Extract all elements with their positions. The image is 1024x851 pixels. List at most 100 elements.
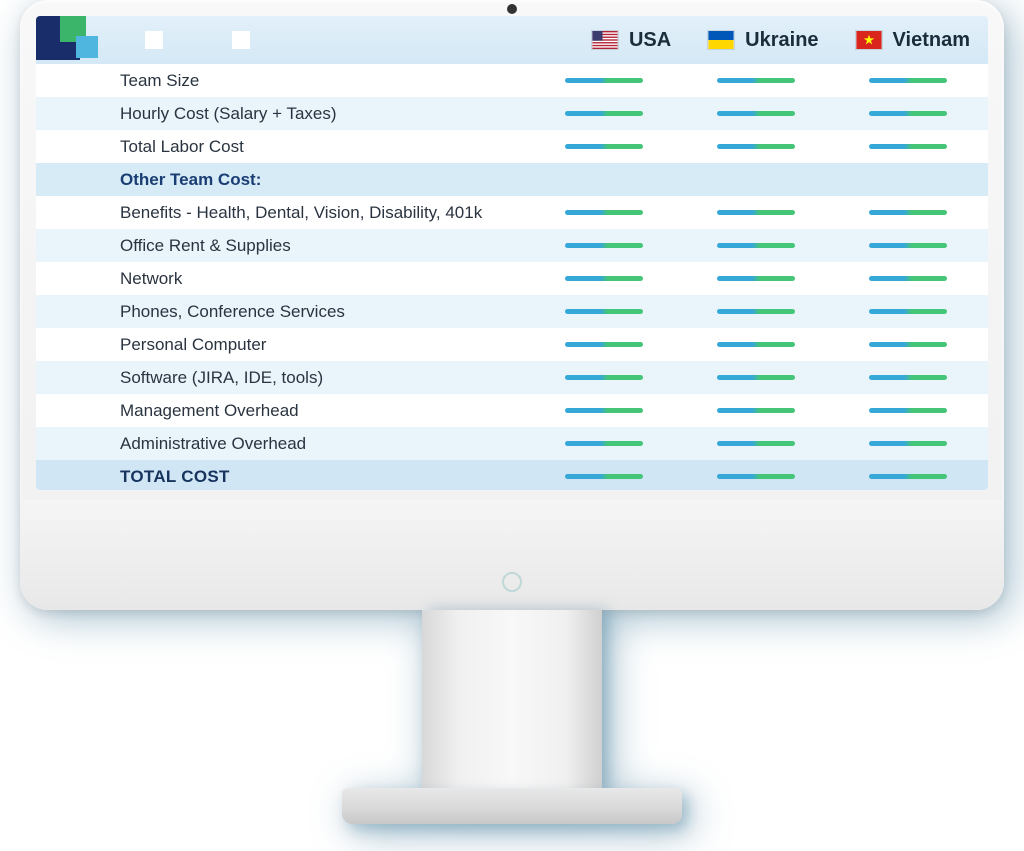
- value-cell: [832, 441, 984, 446]
- row-label: Personal Computer: [36, 335, 528, 355]
- value-bar-icon: [565, 474, 643, 479]
- country-label: Vietnam: [893, 29, 970, 52]
- value-cell: [832, 78, 984, 83]
- header-placeholder-2: [186, 31, 296, 49]
- table-row: Personal Computer: [36, 328, 988, 361]
- value-cell: [528, 210, 680, 215]
- monitor-body: USA Ukraine Vietnam: [20, 0, 1004, 610]
- table-row: Management Overhead: [36, 394, 988, 427]
- value-bar-icon: [869, 441, 947, 446]
- value-bar-icon: [565, 441, 643, 446]
- value-cell: [528, 375, 680, 380]
- value-bar-icon: [717, 441, 795, 446]
- table-row: Other Team Cost:: [36, 163, 988, 196]
- row-label: Office Rent & Supplies: [36, 236, 528, 256]
- value-bar-icon: [869, 342, 947, 347]
- value-bar-icon: [869, 309, 947, 314]
- row-label: Phones, Conference Services: [36, 302, 528, 322]
- value-bar-icon: [565, 276, 643, 281]
- row-label: Benefits - Health, Dental, Vision, Disab…: [36, 203, 528, 223]
- table-row: Software (JIRA, IDE, tools): [36, 361, 988, 394]
- value-bar-icon: [869, 408, 947, 413]
- flag-usa-icon: [591, 30, 619, 50]
- value-bar-icon: [565, 210, 643, 215]
- value-bar-icon: [565, 375, 643, 380]
- row-label: Software (JIRA, IDE, tools): [36, 368, 528, 388]
- screen-content: USA Ukraine Vietnam: [36, 16, 988, 490]
- value-bar-icon: [565, 144, 643, 149]
- value-cell: [528, 276, 680, 281]
- value-cell: [680, 111, 832, 116]
- value-cell: [832, 474, 984, 479]
- table-row: Benefits - Health, Dental, Vision, Disab…: [36, 196, 988, 229]
- row-label: Hourly Cost (Salary + Taxes): [36, 104, 528, 124]
- country-label: Ukraine: [745, 29, 818, 52]
- table-row: Hourly Cost (Salary + Taxes): [36, 97, 988, 130]
- flag-ukraine-icon: [707, 30, 735, 50]
- power-button-icon: [502, 572, 522, 592]
- value-cell: [680, 375, 832, 380]
- brand-logo: [36, 16, 122, 64]
- value-cell: [680, 243, 832, 248]
- cost-comparison-table: USA Ukraine Vietnam: [36, 16, 988, 490]
- value-bar-icon: [565, 309, 643, 314]
- table-row: Network: [36, 262, 988, 295]
- value-cell: [528, 441, 680, 446]
- value-cell: [832, 243, 984, 248]
- table-row: Administrative Overhead: [36, 427, 988, 460]
- table-row: Office Rent & Supplies: [36, 229, 988, 262]
- value-cell: [528, 474, 680, 479]
- value-bar-icon: [869, 111, 947, 116]
- value-bar-icon: [869, 144, 947, 149]
- value-cell: [528, 408, 680, 413]
- value-cell: [680, 474, 832, 479]
- value-bar-icon: [717, 144, 795, 149]
- row-label: Management Overhead: [36, 401, 528, 421]
- value-cell: [680, 78, 832, 83]
- value-bar-icon: [869, 276, 947, 281]
- value-bar-icon: [717, 408, 795, 413]
- table-header-row: USA Ukraine Vietnam: [36, 16, 988, 64]
- value-bar-icon: [565, 408, 643, 413]
- row-label: Total Labor Cost: [36, 137, 528, 157]
- value-cell: [528, 144, 680, 149]
- value-cell: [832, 309, 984, 314]
- table-row: Total Labor Cost: [36, 130, 988, 163]
- value-bar-icon: [869, 210, 947, 215]
- value-cell: [680, 441, 832, 446]
- value-bar-icon: [565, 78, 643, 83]
- value-cell: [832, 210, 984, 215]
- table-row: Phones, Conference Services: [36, 295, 988, 328]
- value-cell: [832, 408, 984, 413]
- value-bar-icon: [565, 342, 643, 347]
- value-cell: [680, 210, 832, 215]
- monitor-stand-neck: [422, 610, 602, 790]
- value-cell: [528, 342, 680, 347]
- value-cell: [680, 342, 832, 347]
- value-bar-icon: [717, 78, 795, 83]
- value-bar-icon: [717, 375, 795, 380]
- country-header-vietnam: Vietnam: [837, 29, 988, 52]
- row-label: Other Team Cost:: [36, 170, 528, 190]
- table-row: TOTAL COST: [36, 460, 988, 490]
- monitor-stand-base: [342, 788, 682, 824]
- table-row: Team Size: [36, 64, 988, 97]
- value-cell: [832, 375, 984, 380]
- value-bar-icon: [869, 78, 947, 83]
- row-label: Team Size: [36, 71, 528, 91]
- value-bar-icon: [869, 474, 947, 479]
- value-bar-icon: [869, 375, 947, 380]
- value-bar-icon: [565, 243, 643, 248]
- monitor-mockup: USA Ukraine Vietnam: [20, 0, 1004, 851]
- country-label: USA: [629, 29, 671, 52]
- value-cell: [528, 243, 680, 248]
- value-cell: [832, 276, 984, 281]
- flag-vietnam-icon: [855, 30, 883, 50]
- country-header-usa: USA: [573, 29, 689, 52]
- value-cell: [680, 144, 832, 149]
- row-label: Network: [36, 269, 528, 289]
- value-bar-icon: [717, 342, 795, 347]
- value-cell: [832, 342, 984, 347]
- monitor-chin: [20, 500, 1004, 610]
- header-placeholder-1: [122, 31, 186, 49]
